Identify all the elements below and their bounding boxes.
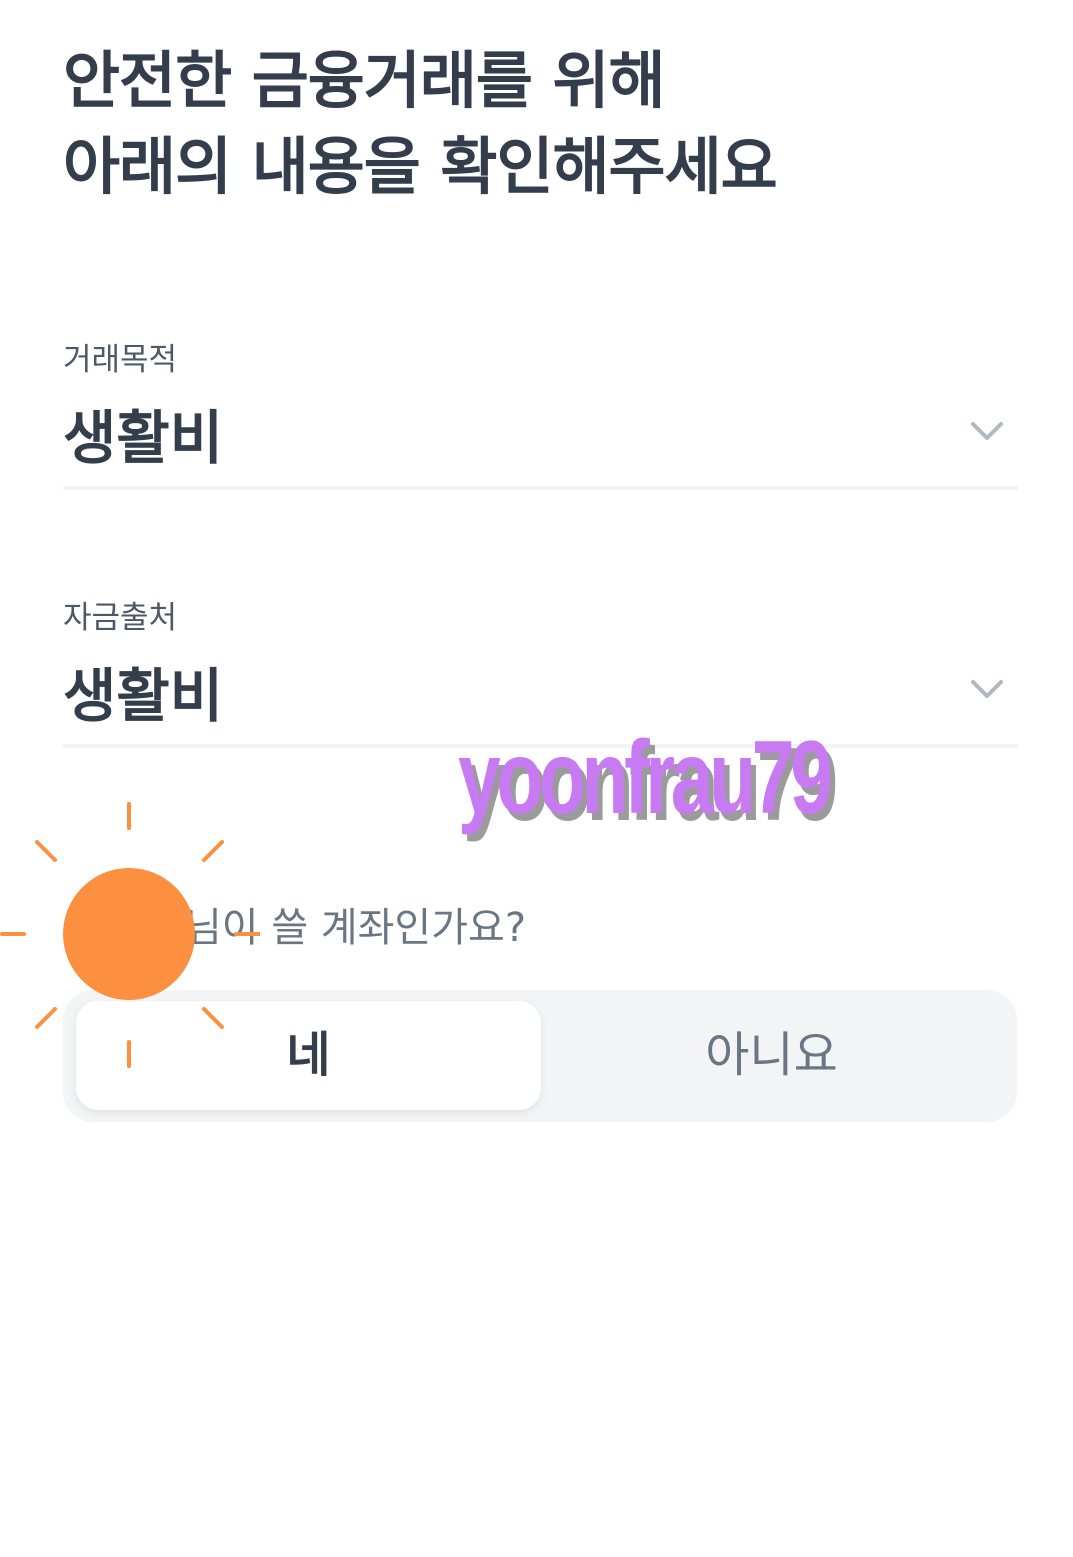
watermark-text: yoonfrau79 [458,720,833,836]
sun-sticker-icon [0,802,260,1068]
transaction-purpose-value: 생활비 [63,404,224,472]
fund-source-value: 생활비 [63,662,224,730]
chevron-down-icon [971,422,1003,440]
transaction-purpose-field: 거래목적 생활비 [63,340,1018,510]
page-title: 안전한 금융거래를 위해 아래의 내용을 확인해주세요 [63,38,1023,210]
page-title-line-1: 안전한 금융거래를 위해 [63,44,666,117]
page: { "header": { "title_line1": "안전한 금융거래를 … [0,0,1073,1557]
transaction-purpose-select[interactable]: 생활비 [63,390,1018,490]
chevron-down-icon [971,680,1003,698]
no-option-button[interactable]: 아니요 [539,1001,1004,1110]
fund-source-label: 자금출처 [63,600,178,636]
transaction-purpose-label: 거래목적 [63,342,178,378]
page-title-line-2: 아래의 내용을 확인해주세요 [63,130,778,203]
